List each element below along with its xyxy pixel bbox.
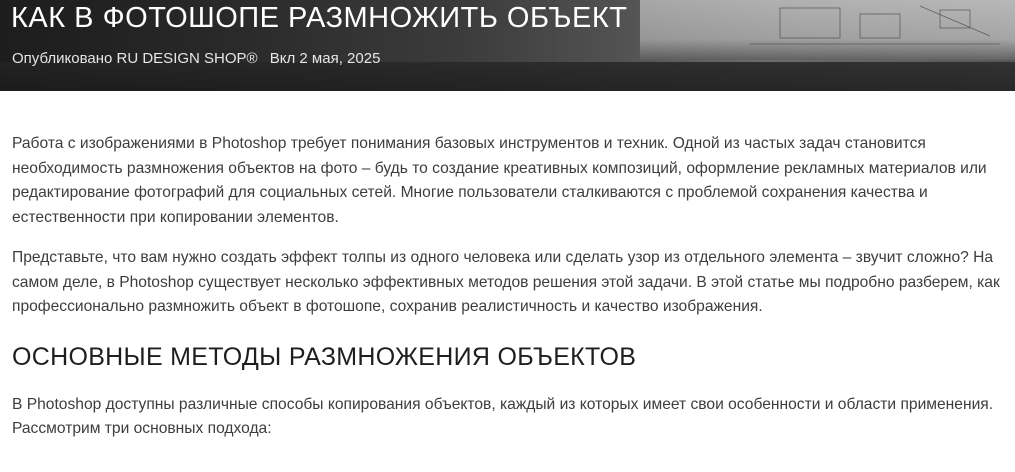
article-date: Вкл 2 мая, 2025 [269, 50, 381, 67]
article-paragraph: Представьте, что вам нужно создать эффек… [12, 249, 1000, 315]
article-hero: КАК В ФОТОШОПЕ РАЗМНОЖИТЬ ОБЪЕКТ Опублик… [0, 0, 1015, 91]
article-title: КАК В ФОТОШОПЕ РАЗМНОЖИТЬ ОБЪЕКТ [11, 2, 628, 34]
section-heading: ОСНОВНЫЕ МЕТОДЫ РАЗМНОЖЕНИЯ ОБЪЕКТОВ [12, 342, 637, 371]
article-meta: Опубликовано RU DESIGN SHOP® Вкл 2 мая, … [12, 50, 380, 67]
article-author: Опубликовано RU DESIGN SHOP® [12, 50, 258, 67]
article-body: Работа с изображениями в Photoshop требу… [0, 91, 1015, 442]
article-paragraph: Работа с изображениями в Photoshop требу… [12, 135, 987, 226]
article-paragraph: В Photoshop доступны различные способы к… [12, 395, 994, 438]
